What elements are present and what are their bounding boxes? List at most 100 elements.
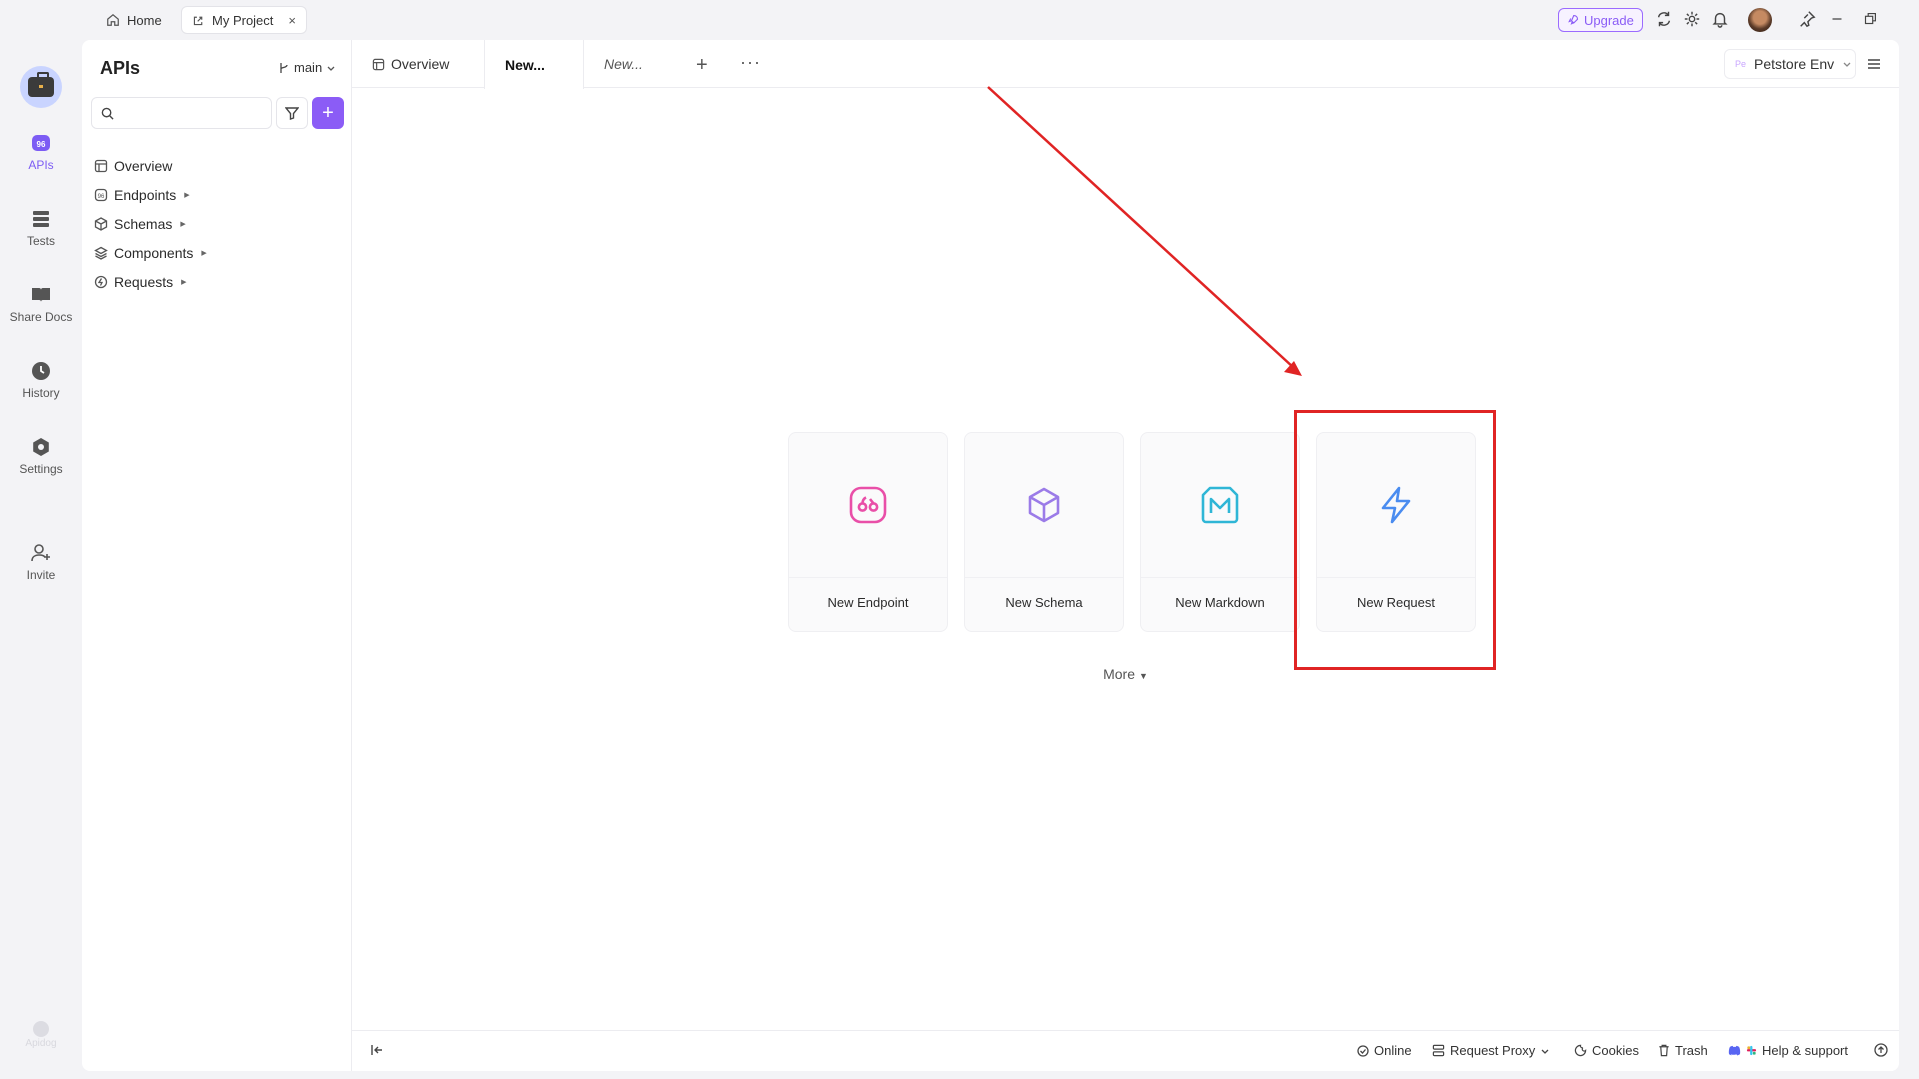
project-tab[interactable]: My Project × bbox=[181, 6, 307, 34]
gear-icon bbox=[33, 438, 49, 456]
branch-selector[interactable]: main bbox=[278, 60, 336, 75]
check-circle-icon bbox=[1357, 1044, 1369, 1057]
status-bar: Online Request Proxy Cookies Trash Help … bbox=[352, 1030, 1899, 1071]
trash-label: Trash bbox=[1675, 1043, 1708, 1058]
cookies-button[interactable]: Cookies bbox=[1574, 1043, 1639, 1058]
filter-button[interactable] bbox=[276, 97, 308, 129]
chevron-down-icon bbox=[1843, 62, 1851, 67]
tab-new-preview[interactable]: New... bbox=[584, 40, 684, 88]
tab-new-active[interactable]: New... bbox=[484, 40, 584, 89]
tests-icon bbox=[33, 211, 49, 227]
collapse-sidebar-icon[interactable] bbox=[370, 1043, 384, 1057]
card-separator bbox=[1317, 577, 1475, 578]
minimize-icon[interactable] bbox=[1829, 10, 1849, 30]
online-label: Online bbox=[1374, 1043, 1412, 1058]
trash-icon bbox=[1659, 1044, 1669, 1057]
lightning-icon bbox=[1381, 486, 1411, 524]
link-icon bbox=[193, 16, 203, 25]
online-status[interactable]: Online bbox=[1357, 1043, 1412, 1058]
slack-icon bbox=[1746, 1045, 1757, 1056]
upgrade-button[interactable]: Upgrade bbox=[1558, 8, 1643, 32]
rail-item-label: Tests bbox=[26, 234, 55, 248]
apidog-logo: Apidog bbox=[20, 1018, 62, 1049]
request-proxy-selector[interactable]: Request Proxy bbox=[1432, 1043, 1550, 1058]
new-request-card[interactable]: New Request bbox=[1316, 432, 1476, 632]
cube-icon bbox=[94, 217, 108, 231]
main-panel: Overview New... New... + ··· Pe Petstore… bbox=[352, 40, 1899, 1071]
new-schema-card[interactable]: New Schema bbox=[964, 432, 1124, 632]
environment-selector[interactable]: Pe Petstore Env bbox=[1724, 49, 1856, 79]
markdown-icon bbox=[1201, 486, 1239, 524]
caret-right-icon: ▶ bbox=[184, 192, 190, 199]
search-box[interactable] bbox=[91, 97, 272, 129]
rail-item-settings[interactable]: Settings bbox=[0, 436, 82, 476]
request-proxy-label: Request Proxy bbox=[1450, 1043, 1536, 1058]
tree-item-components[interactable]: Components ▶ bbox=[94, 242, 207, 264]
layers-icon bbox=[94, 246, 108, 260]
new-endpoint-card[interactable]: New Endpoint bbox=[788, 432, 948, 632]
trash-button[interactable]: Trash bbox=[1658, 1043, 1708, 1058]
new-tab-button[interactable]: + bbox=[696, 54, 708, 77]
card-label: New Schema bbox=[1005, 595, 1083, 610]
tree-item-schemas[interactable]: Schemas ▶ bbox=[94, 213, 186, 235]
left-rail: 96 APIs Tests Share Docs History Setting… bbox=[0, 40, 82, 1079]
rail-item-tests[interactable]: Tests bbox=[0, 208, 82, 248]
overview-icon bbox=[94, 159, 108, 173]
card-label: New Request bbox=[1356, 595, 1436, 610]
tab-overview[interactable]: Overview bbox=[352, 40, 484, 88]
rocket-icon bbox=[1568, 14, 1579, 25]
card-separator bbox=[1141, 577, 1299, 578]
apis-icon: 96 bbox=[32, 135, 50, 151]
rail-item-invite[interactable]: Invite bbox=[0, 542, 82, 582]
more-options-button[interactable]: More ▼ bbox=[352, 666, 1899, 682]
cookies-label: Cookies bbox=[1592, 1043, 1639, 1058]
help-support-label: Help & support bbox=[1762, 1043, 1848, 1058]
add-button[interactable]: + bbox=[312, 97, 344, 129]
discord-icon bbox=[1728, 1045, 1741, 1056]
filter-icon bbox=[285, 107, 299, 120]
home-tab[interactable]: Home bbox=[96, 6, 172, 34]
project-tab-label: My Project bbox=[212, 12, 274, 28]
rail-item-share-docs[interactable]: Share Docs bbox=[0, 284, 82, 324]
upload-icon[interactable] bbox=[1874, 1043, 1888, 1057]
branch-label: main bbox=[294, 60, 323, 75]
help-support-button[interactable]: Help & support bbox=[1728, 1043, 1848, 1058]
more-label: More bbox=[1103, 666, 1135, 682]
clock-icon bbox=[32, 362, 50, 380]
lightning-circle-icon bbox=[94, 275, 108, 289]
gear-icon[interactable] bbox=[1683, 10, 1703, 30]
add-user-icon bbox=[31, 544, 50, 562]
more-tabs-button[interactable]: ··· bbox=[740, 52, 761, 73]
project-logo[interactable] bbox=[20, 66, 62, 108]
rail-item-label: APIs bbox=[28, 158, 54, 172]
rail-item-apis[interactable]: 96 APIs bbox=[0, 132, 82, 172]
hamburger-menu-icon[interactable] bbox=[1862, 52, 1886, 76]
pin-icon[interactable] bbox=[1798, 10, 1818, 30]
briefcase-icon bbox=[28, 72, 54, 97]
bell-icon[interactable] bbox=[1711, 10, 1731, 30]
tree-item-overview[interactable]: Overview bbox=[94, 155, 172, 177]
rail-item-label: Settings bbox=[19, 462, 63, 476]
rail-item-label: Invite bbox=[26, 568, 56, 582]
close-tab-icon[interactable]: × bbox=[288, 13, 296, 28]
sidebar-title: APIs bbox=[100, 58, 141, 78]
tab-label: New... bbox=[604, 56, 643, 72]
rail-item-label: Share Docs bbox=[9, 310, 73, 324]
tree-item-endpoints[interactable]: 96 Endpoints ▶ bbox=[94, 184, 190, 206]
create-cards: New Endpoint New Schema New Markdown New… bbox=[788, 432, 1476, 632]
cube-icon bbox=[1028, 487, 1060, 523]
book-icon bbox=[32, 288, 50, 302]
tree-item-requests[interactable]: Requests ▶ bbox=[94, 271, 187, 293]
home-tab-label: Home bbox=[127, 12, 162, 28]
home-icon bbox=[107, 13, 119, 26]
sync-icon[interactable] bbox=[1655, 10, 1675, 30]
tab-bar: Overview New... New... + ··· Pe Petstore… bbox=[352, 40, 1899, 89]
rail-item-history[interactable]: History bbox=[0, 360, 82, 400]
branch-icon bbox=[280, 62, 288, 73]
chevron-down-icon bbox=[327, 66, 335, 71]
search-input[interactable] bbox=[120, 105, 260, 121]
apidog-icon bbox=[33, 1021, 49, 1037]
new-markdown-card[interactable]: New Markdown bbox=[1140, 432, 1300, 632]
avatar[interactable] bbox=[1748, 8, 1772, 32]
restore-icon[interactable] bbox=[1862, 10, 1882, 30]
